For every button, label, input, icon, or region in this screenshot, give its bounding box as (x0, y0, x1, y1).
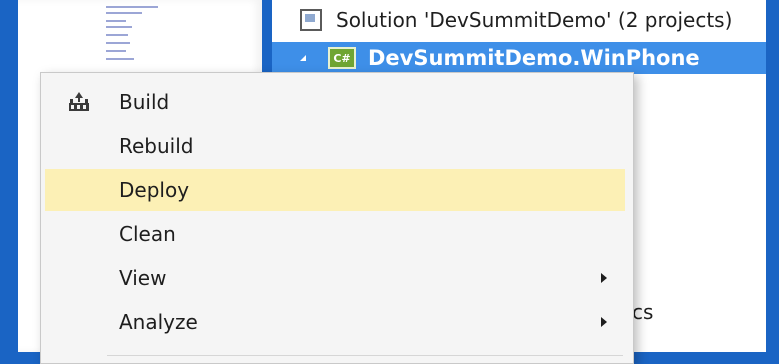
menu-item-deploy[interactable]: Deploy (45, 169, 625, 211)
menu-label-analyze: Analyze (119, 310, 198, 334)
collapse-arrow-icon[interactable] (300, 55, 306, 61)
solution-icon (300, 9, 322, 31)
menu-item-build[interactable]: Build (45, 81, 625, 123)
menu-label-view: View (119, 266, 167, 290)
screen-frame: Solution 'DevSummitDemo' (2 projects) C#… (0, 0, 779, 364)
submenu-arrow-icon (601, 317, 607, 327)
menu-item-analyze[interactable]: Analyze (45, 301, 625, 343)
solution-label: Solution 'DevSummitDemo' (2 projects) (336, 8, 733, 32)
menu-item-clean[interactable]: Clean (45, 213, 625, 255)
menu-label-rebuild: Rebuild (119, 134, 194, 158)
solution-node[interactable]: Solution 'DevSummitDemo' (2 projects) (272, 4, 766, 36)
preview-thumbnail (106, 2, 166, 64)
menu-label-build: Build (119, 90, 170, 114)
project-node-winphone[interactable]: C# DevSummitDemo.WinPhone (272, 42, 766, 74)
menu-label-deploy: Deploy (119, 178, 190, 202)
build-icon (69, 92, 89, 111)
project-label: DevSummitDemo.WinPhone (368, 46, 700, 70)
partial-tree-text: cs (632, 300, 654, 324)
menu-item-view[interactable]: View (45, 257, 625, 299)
submenu-arrow-icon (601, 273, 607, 283)
csharp-project-icon: C# (328, 47, 356, 69)
menu-item-rebuild[interactable]: Rebuild (45, 125, 625, 167)
menu-divider (107, 355, 623, 356)
menu-label-clean: Clean (119, 222, 176, 246)
project-context-menu: Build Rebuild Deploy Clean View Analyze (40, 72, 634, 364)
